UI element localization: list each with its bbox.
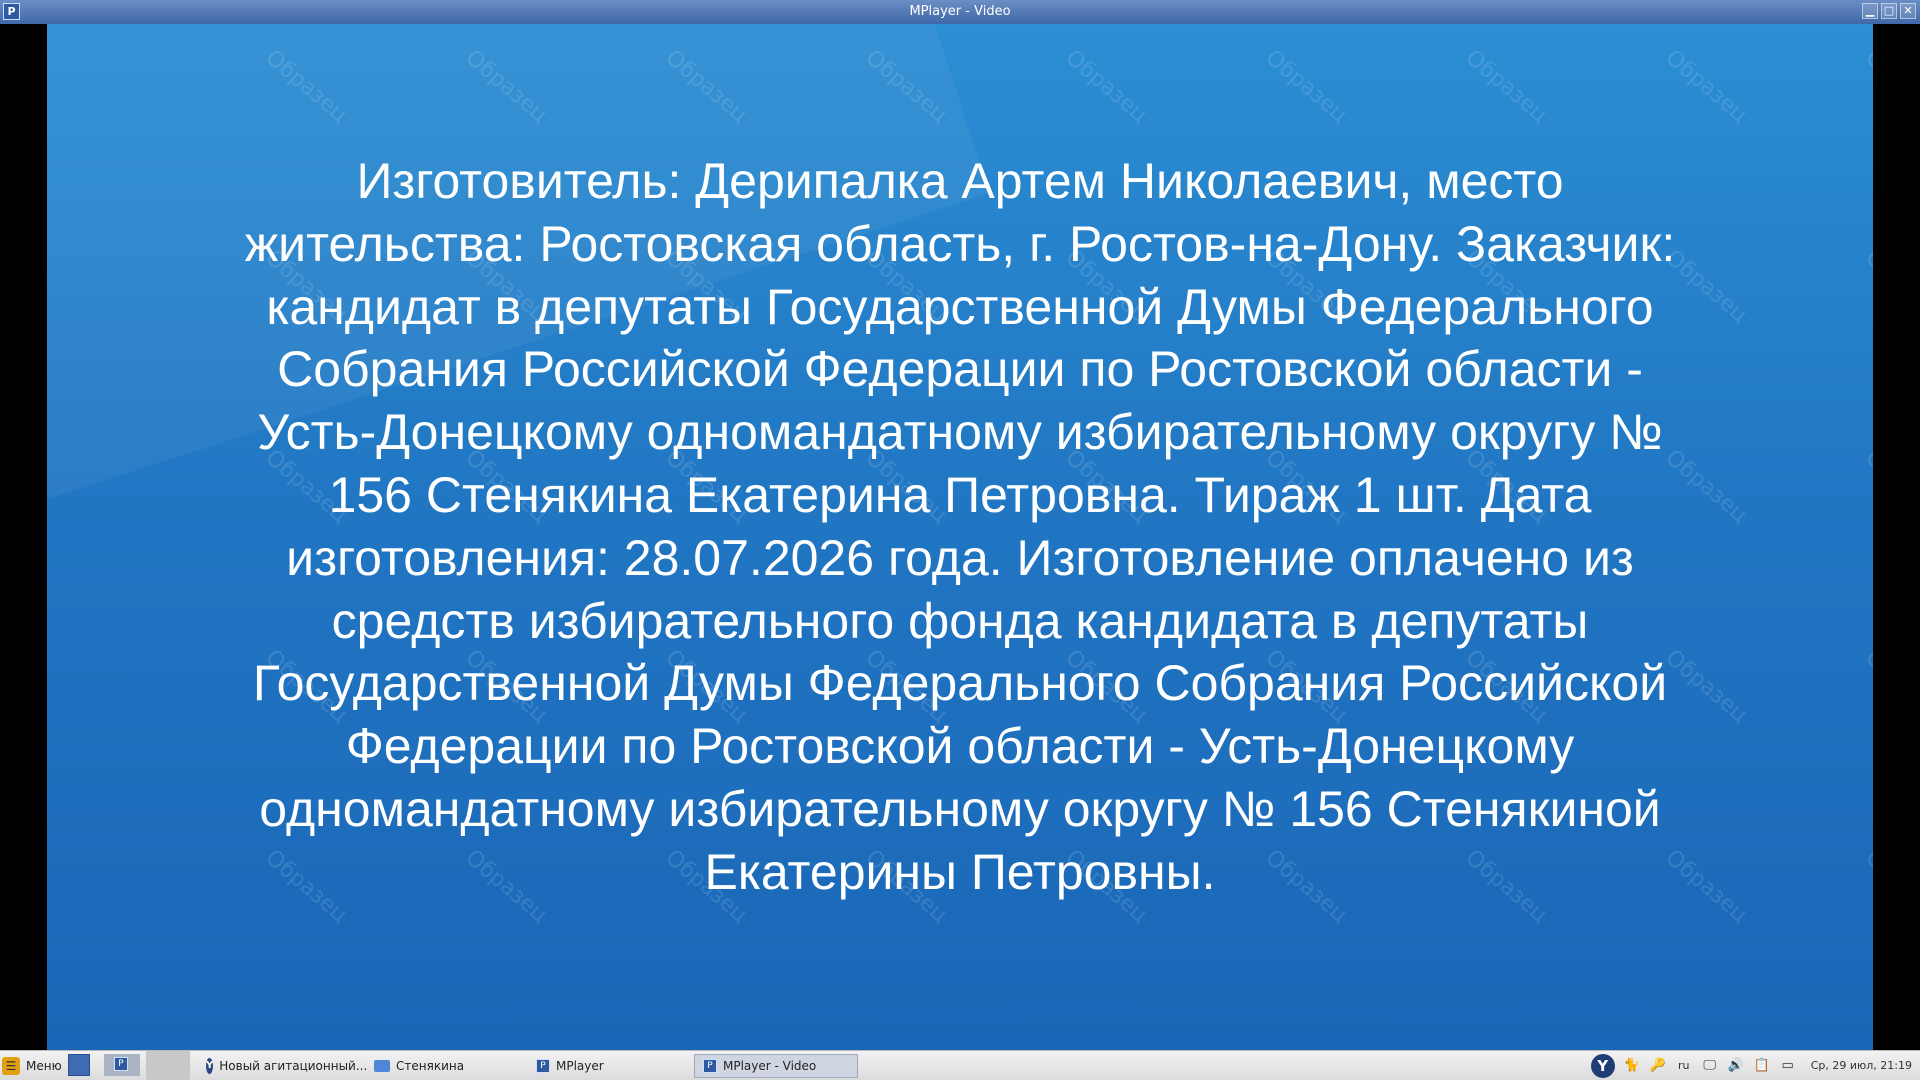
yandex-browser-icon[interactable]: Y [1590,1053,1615,1078]
task-browser[interactable]: Y Новый агитационный... [198,1054,368,1078]
watermark-text: Образец [1860,45,1873,128]
mplayer-icon: P [703,1059,717,1073]
clipboard-icon[interactable]: 📋 [1753,1057,1771,1075]
caption-line: 156 Стенякина Екатерина Петровна. Тираж … [328,466,1592,523]
mplayer-icon: P [114,1057,128,1071]
folder-icon [374,1060,390,1072]
watermark-text: Образец [1860,845,1873,928]
menu-label: Меню [26,1059,62,1073]
close-button[interactable]: ✕ [1900,3,1916,19]
caption-line: изготовления: 28.07.2026 года. Изготовле… [286,529,1634,586]
watermark-text: Образец [260,45,353,128]
cat-icon[interactable]: 🐈 [1623,1057,1641,1075]
video-frame: Образец Образец Образец Образец Образец Образ… [47,24,1873,1050]
task-label: MPlayer [556,1059,604,1073]
watermark-text: Образец [460,45,553,128]
watermark-text: Образец [660,45,753,128]
caption-line: жительства: Ростовская область, г. Росто… [244,215,1676,272]
watermark-text: Образец [1860,245,1873,328]
caption-line: Собрания Российской Федерации по Ростовс… [277,341,1643,398]
caption-line: кандидат в депутаты Государственной Думы… [266,278,1654,335]
caption-line: Екатерины Петровны. [704,843,1216,900]
watermark-text: Образец [1660,45,1753,128]
quicklaunch-mplayer-button[interactable]: P [104,1054,140,1076]
task-label: Новый агитационный... [219,1059,368,1073]
caption-line: Изготовитель: Дерипалка Артем Николаевич… [356,153,1564,209]
yandex-browser-icon: Y [206,1058,214,1074]
minimize-button[interactable]: ▁ [1862,3,1878,19]
network-icon[interactable]: 🖵 [1701,1057,1719,1075]
watermark-text: Образец [1060,45,1153,128]
volume-icon[interactable]: 🔊 [1727,1057,1745,1075]
clock[interactable]: Ср, 29 июл, 21:19 [1805,1059,1912,1072]
task-mplayer-video[interactable]: P MPlayer - Video [694,1054,858,1078]
video-caption: Изготовитель: Дерипалка Артем Николаевич… [177,150,1743,904]
task-mplayer[interactable]: P MPlayer [528,1054,688,1078]
window-title: MPlayer - Video [909,4,1011,19]
maximize-button[interactable]: □ [1881,3,1897,19]
keyboard-layout-indicator[interactable]: ru [1675,1057,1693,1075]
display-icon[interactable]: ▭ [1779,1057,1797,1075]
caption-line: Усть-Донецкому одномандатному избиратель… [257,404,1663,461]
caption-line: средств избирательного фонда кандидата в… [331,592,1589,649]
mplayer-icon: P [536,1059,550,1073]
watermark-text: Образец [1460,45,1553,128]
watermark-text: Образец [860,45,953,128]
caption-line: Федерации по Ростовской области - Усть-Д… [345,718,1575,775]
start-menu-button[interactable]: ☰ Меню [2,1054,68,1078]
task-label: MPlayer - Video [723,1059,817,1073]
menu-icon: ☰ [2,1057,20,1075]
key-icon[interactable]: 🔑 [1649,1057,1667,1075]
window-controls: ▁ □ ✕ [1862,3,1916,19]
show-desktop-button[interactable] [68,1054,90,1076]
watermark-text: Образец [1260,45,1353,128]
task-folder[interactable]: Стенякина [366,1054,526,1078]
video-area[interactable]: Образец Образец Образец Образец Образец Образ… [0,24,1920,1050]
system-tray: Y 🐈 🔑 ru 🖵 🔊 📋 ▭ Ср, 29 июл, 21:19 [1590,1051,1920,1080]
caption-line: одномандатному избирательному округу № 1… [259,780,1661,837]
window-titlebar[interactable]: P MPlayer - Video ▁ □ ✕ [0,0,1920,24]
taskbar-separator [146,1051,190,1080]
caption-line: Государственной Думы Федерального Собран… [252,655,1668,712]
taskbar: ☰ Меню P Y Новый агитационный... Стеняки… [0,1050,1920,1080]
watermark-text: Образец [1860,645,1873,728]
task-label: Стенякина [396,1059,465,1073]
mplayer-icon[interactable]: P [3,3,20,20]
watermark-text: Образец [1860,445,1873,528]
